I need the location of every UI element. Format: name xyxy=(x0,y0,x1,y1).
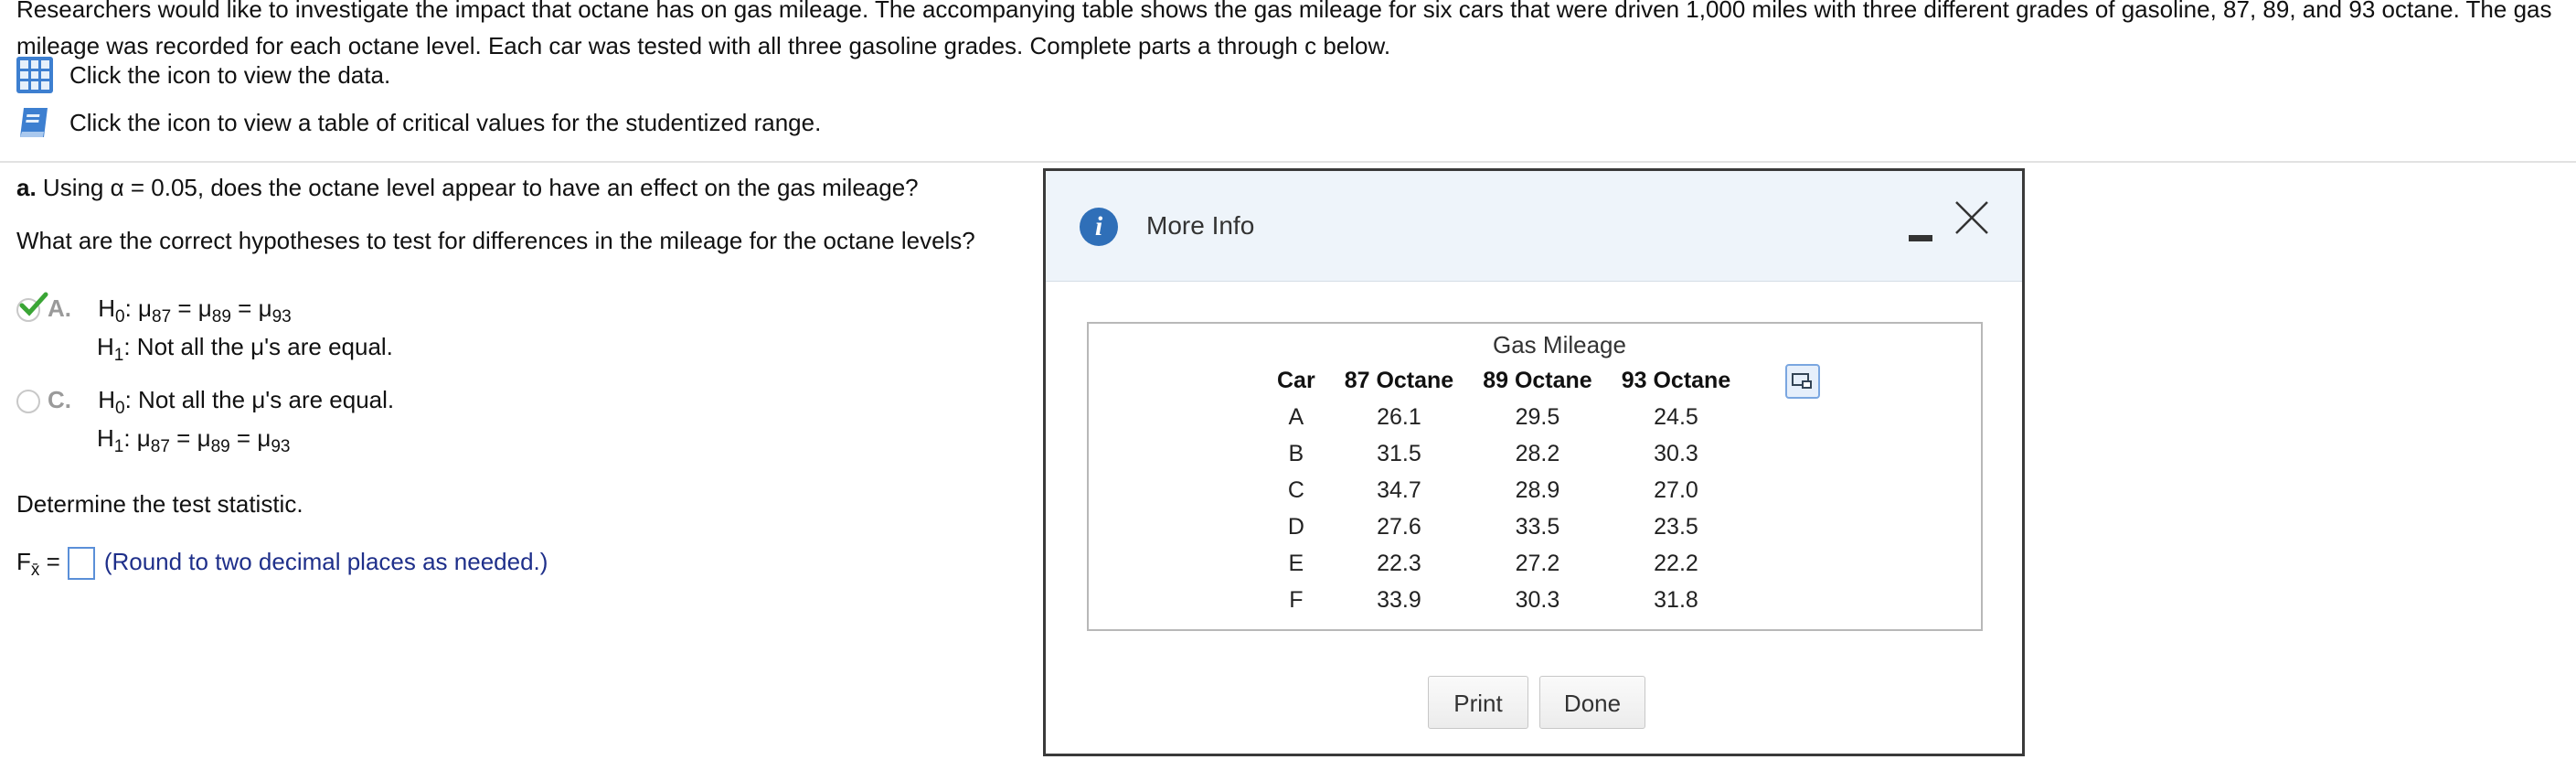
column-header: 89 Octane xyxy=(1483,367,1592,393)
minimize-button[interactable] xyxy=(1905,217,1936,244)
table-cell: 34.7 xyxy=(1377,476,1421,503)
intro-text: Researchers would like to investigate th… xyxy=(16,0,2552,59)
table-row: C 34.7 28.9 27.0 xyxy=(1262,472,1745,508)
table-cell: 22.2 xyxy=(1654,550,1698,576)
part-a-label: a. xyxy=(16,174,37,201)
table-row: D 27.6 33.5 23.5 xyxy=(1262,508,1745,545)
table-cell: 27.6 xyxy=(1377,513,1421,540)
data-link-row[interactable]: Click the icon to view the data. xyxy=(16,57,390,93)
gas-mileage-table: Car 87 Octane 89 Octane 93 Octane A 26.1… xyxy=(1262,362,1745,618)
option-c-letter: C. xyxy=(48,386,71,413)
table-cell: 26.1 xyxy=(1377,403,1421,430)
table-row: B 31.5 28.2 30.3 xyxy=(1262,435,1745,472)
data-link-label: Click the icon to view the data. xyxy=(69,60,391,89)
print-button[interactable]: Print xyxy=(1428,676,1528,729)
hypotheses-question: What are the correct hypotheses to test … xyxy=(16,227,975,254)
table-cell: 31.8 xyxy=(1654,586,1698,613)
option-a-radio[interactable] xyxy=(16,292,48,323)
table-cell: 30.3 xyxy=(1515,586,1560,613)
column-header: 87 Octane xyxy=(1344,367,1454,393)
option-c[interactable]: C. H0: Not all the μ's are equal. xyxy=(16,386,394,419)
table-cell: E xyxy=(1288,550,1304,576)
minimize-icon xyxy=(1909,235,1932,241)
dialog-header: i More Info xyxy=(1046,171,2022,282)
option-a-h1: H1: Not all the μ's are equal. xyxy=(97,333,393,366)
option-a-h0: H0: μ87 = μ89 = μ93 xyxy=(98,294,292,327)
critical-values-link-label: Click the icon to view a table of critic… xyxy=(69,108,822,136)
critical-values-link-row[interactable]: Click the icon to view a table of critic… xyxy=(16,104,821,141)
table-cell: B xyxy=(1288,440,1304,466)
table-cell: 27.0 xyxy=(1654,476,1698,503)
f-label: Fx̄ = xyxy=(16,547,60,581)
table-row: A 26.1 29.5 24.5 xyxy=(1262,399,1745,435)
option-c-h0: H0: Not all the μ's are equal. xyxy=(98,386,395,419)
part-a-question-text: Using α = 0.05, does the octane level ap… xyxy=(36,174,919,201)
table-row: F 33.9 30.3 31.8 xyxy=(1262,582,1745,618)
table-caption: Gas Mileage xyxy=(1493,331,1626,358)
close-button[interactable] xyxy=(1951,197,1993,239)
table-row: E 22.3 27.2 22.2 xyxy=(1262,545,1745,582)
round-hint: (Round to two decimal places as needed.) xyxy=(103,547,548,575)
section-divider xyxy=(0,161,2576,163)
table-cell: D xyxy=(1287,513,1304,540)
option-a[interactable]: A. H0: μ87 = μ89 = μ93 xyxy=(16,292,292,327)
table-header-row: Car 87 Octane 89 Octane 93 Octane xyxy=(1262,362,1745,399)
table-cell: 27.2 xyxy=(1515,550,1560,576)
table-cell: 23.5 xyxy=(1654,513,1698,540)
table-cell: 30.3 xyxy=(1654,440,1698,466)
copy-table-icon[interactable] xyxy=(1785,364,1820,399)
table-cell: 22.3 xyxy=(1377,550,1421,576)
column-header: 93 Octane xyxy=(1621,367,1731,393)
option-c-h1: H1: μ87 = μ89 = μ93 xyxy=(97,424,291,457)
table-cell: C xyxy=(1287,476,1304,503)
more-info-dialog: i More Info Gas Mileage Car 87 Octane 89… xyxy=(1043,168,2025,756)
data-table-icon[interactable] xyxy=(16,57,53,93)
table-cell: 28.9 xyxy=(1515,476,1560,503)
column-header: Car xyxy=(1277,367,1315,393)
table-cell: F xyxy=(1289,586,1304,613)
book-icon[interactable] xyxy=(16,104,53,141)
data-table-frame: Gas Mileage Car 87 Octane 89 Octane 93 O… xyxy=(1087,322,1983,631)
info-icon: i xyxy=(1080,208,1118,246)
table-cell: 31.5 xyxy=(1377,440,1421,466)
option-c-radio[interactable] xyxy=(16,390,40,414)
option-a-letter: A. xyxy=(48,294,71,322)
test-statistic-prompt: Determine the test statistic. xyxy=(16,490,303,518)
f-statistic-row: Fx̄ = (Round to two decimal places as nee… xyxy=(16,547,548,581)
dialog-title: More Info xyxy=(1146,211,1255,240)
table-cell: 28.2 xyxy=(1515,440,1560,466)
part-a-question: a. Using α = 0.05, does the octane level… xyxy=(16,174,919,202)
table-cell: A xyxy=(1288,403,1304,430)
table-cell: 24.5 xyxy=(1654,403,1698,430)
checkmark-icon xyxy=(19,292,48,316)
table-cell: 33.9 xyxy=(1377,586,1421,613)
f-statistic-input[interactable] xyxy=(67,547,95,580)
table-cell: 29.5 xyxy=(1515,403,1560,430)
done-button[interactable]: Done xyxy=(1539,676,1645,729)
close-icon xyxy=(1955,201,1988,234)
table-cell: 33.5 xyxy=(1515,513,1560,540)
